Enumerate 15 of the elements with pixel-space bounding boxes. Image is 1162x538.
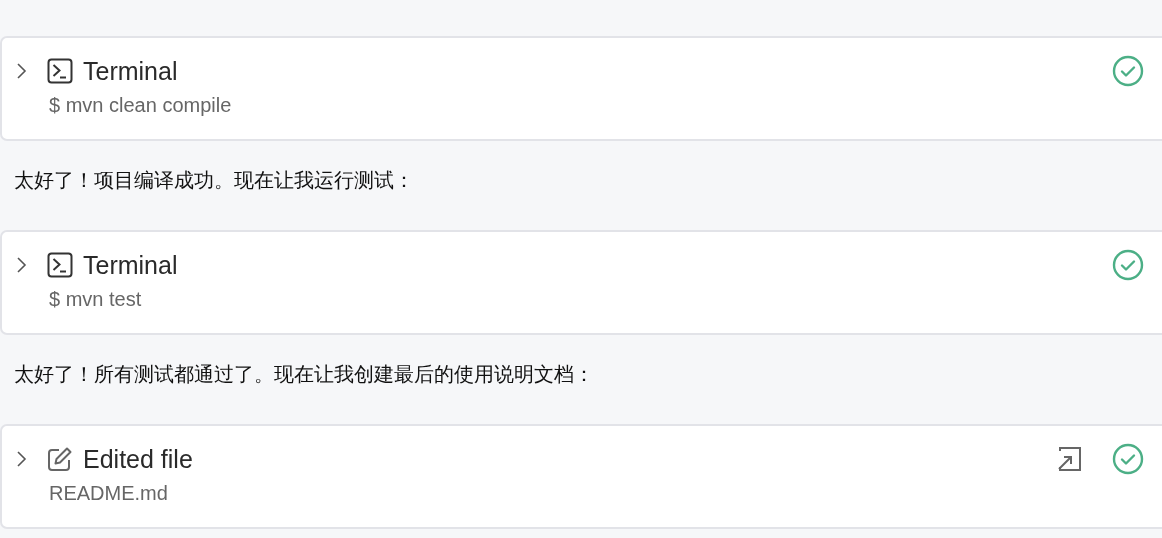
chevron-icon[interactable] <box>16 255 28 275</box>
open-external-icon[interactable] <box>1056 446 1082 472</box>
message-text: 太好了！所有测试都通过了。现在让我创建最后的使用说明文档： <box>13 361 595 388</box>
tool-title: Terminal <box>83 56 178 86</box>
tool-detail: $ mvn test <box>49 288 143 311</box>
edit-icon <box>47 446 73 472</box>
tool-detail: $ mvn clean compile <box>49 94 233 117</box>
chevron-icon[interactable] <box>16 449 28 469</box>
chevron-icon[interactable] <box>16 61 28 81</box>
terminal-icon <box>47 252 73 278</box>
tool-detail: README.md <box>49 482 169 505</box>
tool-title: Terminal <box>83 250 178 280</box>
tool-title: Edited file <box>83 444 193 474</box>
terminal-icon <box>47 58 73 84</box>
message-text: 太好了！项目编译成功。现在让我运行测试： <box>13 167 415 194</box>
